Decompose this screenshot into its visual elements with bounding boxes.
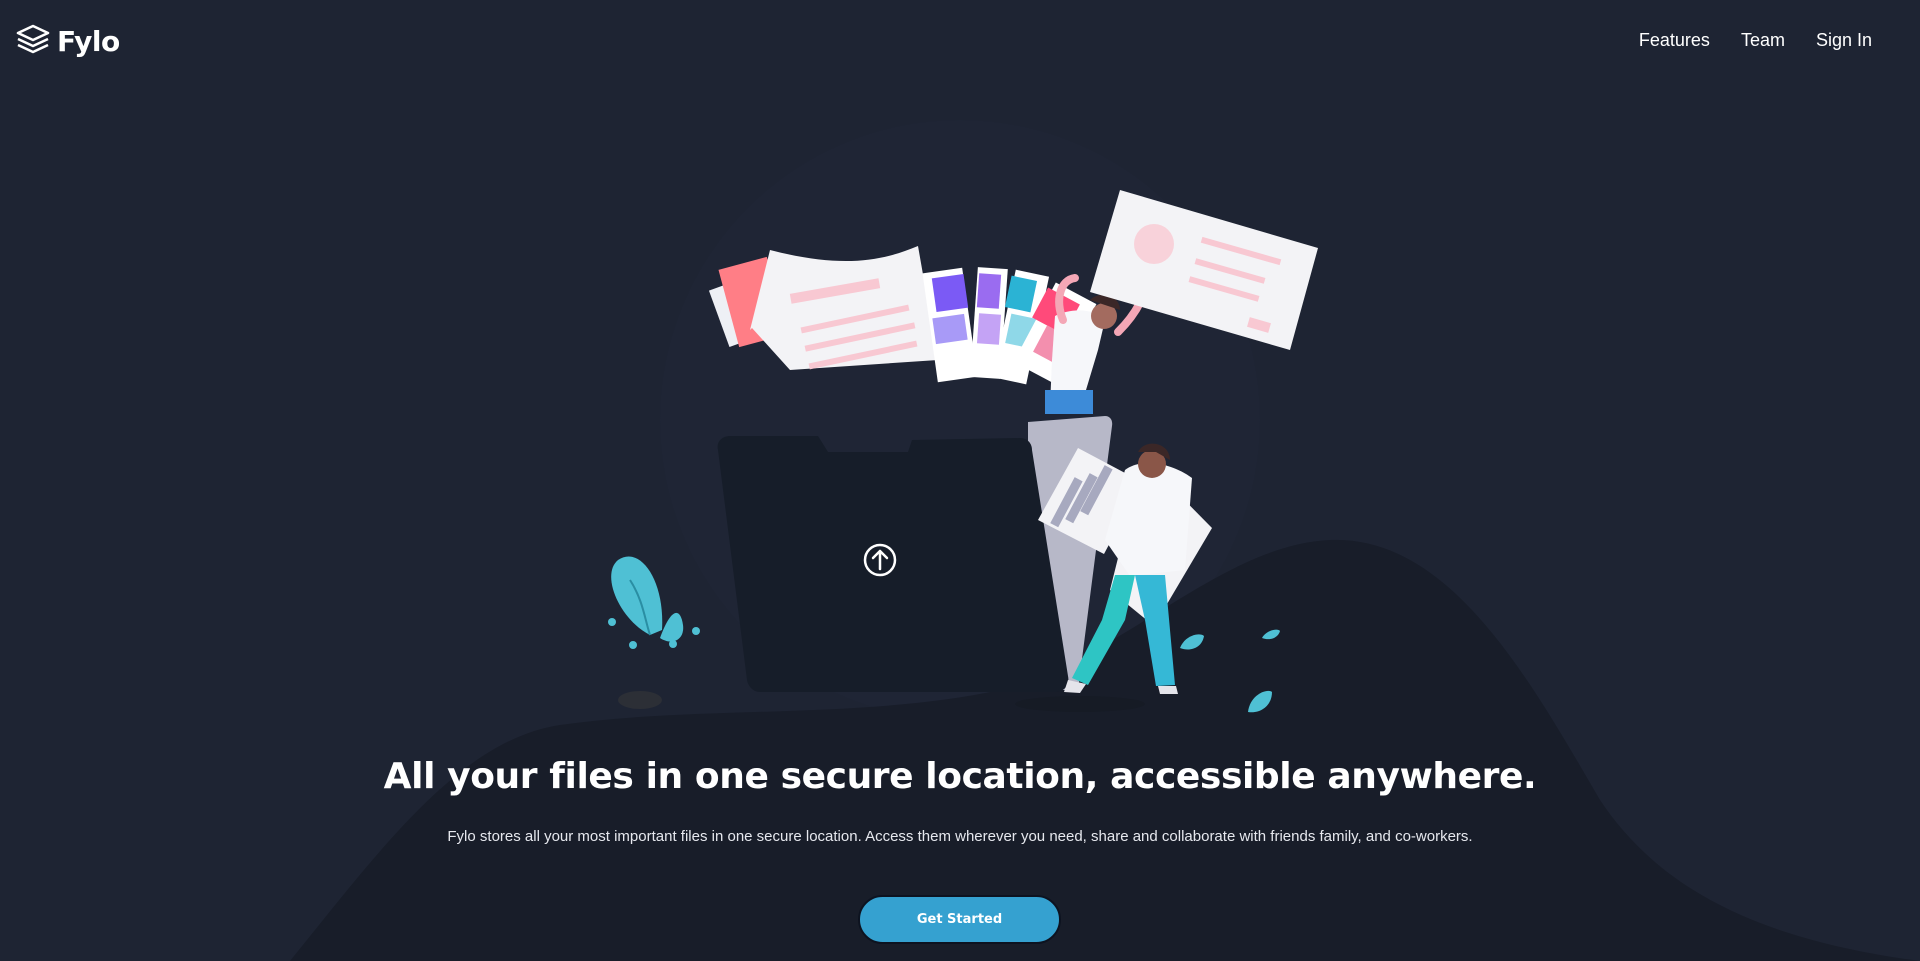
- landing-page: Fylo Features Team Sign In All your file…: [0, 0, 1920, 961]
- logo-text: Fylo: [57, 24, 120, 58]
- hero-subtitle: Fylo stores all your most important file…: [447, 828, 1473, 845]
- hero-title: All your files in one secure location, a…: [383, 756, 1537, 797]
- stacked-layers-icon: [15, 22, 51, 60]
- get-started-button[interactable]: Get Started: [858, 895, 1061, 944]
- nav-link-features[interactable]: Features: [1639, 30, 1710, 51]
- hero-illustration: [608, 190, 1318, 713]
- main-nav: Features Team Sign In: [1639, 30, 1872, 51]
- logo[interactable]: Fylo: [15, 22, 120, 60]
- site-header: Fylo Features Team Sign In: [0, 0, 1920, 86]
- plant-illustration: [608, 556, 700, 709]
- nav-link-team[interactable]: Team: [1741, 30, 1785, 51]
- folder-illustration: [717, 436, 1069, 692]
- nav-link-sign-in[interactable]: Sign In: [1816, 30, 1872, 51]
